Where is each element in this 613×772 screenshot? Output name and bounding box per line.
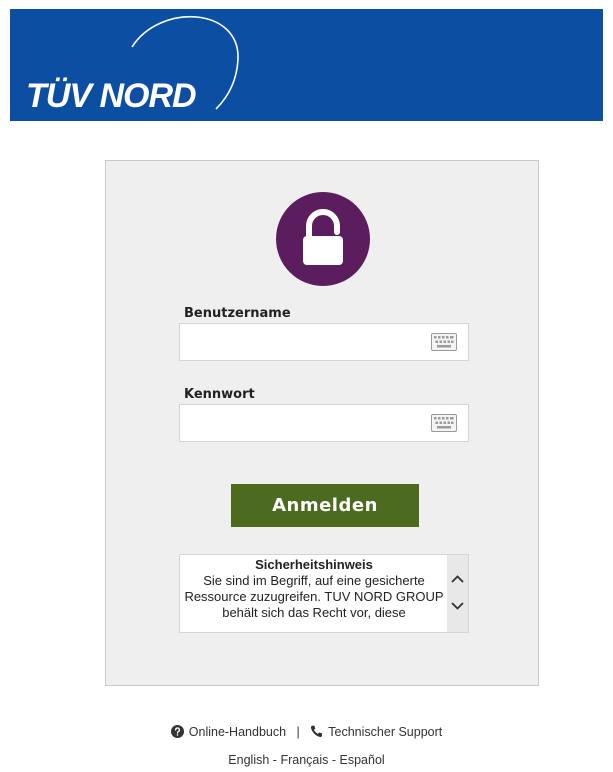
language-separator: - — [272, 753, 277, 767]
logo-text: TÜV NORD — [26, 77, 197, 115]
security-notice-title: Sicherheitshinweis — [255, 557, 373, 572]
login-panel: Benutzername Kennwort Anmelden Sicherhei… — [105, 160, 539, 686]
language-separator: - — [331, 753, 337, 767]
login-button[interactable]: Anmelden — [231, 484, 419, 527]
online-manual-label: Online-Handbuch — [188, 724, 287, 739]
notice-scrollbar[interactable] — [447, 555, 468, 632]
lock-icon — [276, 192, 370, 286]
language-link-french[interactable]: Français — [280, 753, 328, 767]
footer-links: Online-Handbuch | Technischer Support — [0, 723, 613, 740]
technical-support-link[interactable]: Technischer Support — [310, 724, 442, 740]
password-input[interactable] — [179, 404, 469, 442]
security-notice[interactable]: Sicherheitshinweis Sie sind im Begriff, … — [179, 554, 469, 633]
language-link-english[interactable]: English — [228, 753, 269, 767]
phone-icon — [311, 726, 323, 738]
chevron-up-icon[interactable] — [449, 571, 466, 588]
technical-support-label: Technischer Support — [328, 724, 443, 739]
language-link-spanish[interactable]: Español — [340, 753, 385, 767]
username-label: Benutzername — [184, 306, 291, 321]
language-switcher: English - Français - Español — [0, 752, 613, 768]
keyboard-icon[interactable] — [431, 333, 457, 351]
tuv-nord-logo[interactable]: TÜV NORD — [10, 9, 270, 121]
footer-separator: | — [296, 724, 300, 739]
password-label: Kennwort — [184, 387, 255, 402]
help-circle-icon — [170, 725, 184, 739]
username-input[interactable] — [179, 323, 469, 361]
header-banner: TÜV NORD — [10, 9, 603, 121]
security-notice-content: Sicherheitshinweis Sie sind im Begriff, … — [180, 555, 448, 621]
online-manual-link[interactable]: Online-Handbuch — [170, 724, 287, 740]
security-notice-text: Sie sind im Begriff, auf eine gesicherte… — [184, 573, 444, 620]
keyboard-icon[interactable] — [431, 414, 457, 432]
chevron-down-icon[interactable] — [449, 597, 466, 614]
